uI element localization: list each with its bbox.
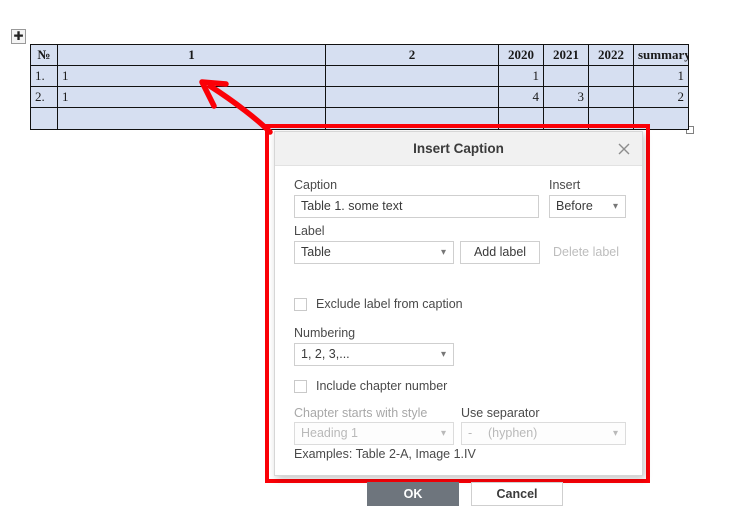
checkbox-box-icon[interactable] bbox=[294, 298, 307, 311]
table-cell-index[interactable]: 1. bbox=[30, 65, 58, 87]
checkbox-box-icon[interactable] bbox=[294, 380, 307, 393]
label-select-value: Table bbox=[301, 245, 331, 259]
table-header-row: № 1 2 2020 2021 2022 summary bbox=[30, 44, 689, 66]
chevron-down-icon: ▾ bbox=[440, 247, 446, 258]
dialog-body: Caption Table 1. some text Insert Before… bbox=[275, 166, 642, 506]
table-move-handle-icon[interactable]: ✚ bbox=[11, 29, 26, 44]
table-header-cell-2022[interactable]: 2022 bbox=[588, 44, 634, 66]
table-cell-two[interactable] bbox=[325, 86, 499, 108]
delete-label-button: Delete label bbox=[552, 245, 619, 259]
table-header-cell-2021[interactable]: 2021 bbox=[543, 44, 589, 66]
table-cell-one[interactable]: 1 bbox=[57, 65, 326, 87]
table-cell-index[interactable] bbox=[30, 107, 58, 130]
table-header-cell-two[interactable]: 2 bbox=[325, 44, 499, 66]
separator-label: Use separator bbox=[461, 406, 540, 420]
label-field-label: Label bbox=[294, 224, 325, 238]
dialog-titlebar: Insert Caption bbox=[275, 132, 642, 166]
table-cell-2020[interactable]: 4 bbox=[498, 86, 544, 108]
table-cell-2021[interactable]: 3 bbox=[543, 86, 589, 108]
table-cell-summary[interactable]: 2 bbox=[633, 86, 689, 108]
close-icon[interactable] bbox=[614, 139, 634, 159]
table-cell-index[interactable]: 2. bbox=[30, 86, 58, 108]
table-cell-summary[interactable]: 1 bbox=[633, 65, 689, 87]
exclude-label-checkbox-label: Exclude label from caption bbox=[316, 297, 463, 311]
label-select[interactable]: Table ▾ bbox=[294, 241, 454, 264]
include-chapter-number-checkbox-label: Include chapter number bbox=[316, 379, 448, 393]
chapter-style-select: Heading 1 ▾ bbox=[294, 422, 454, 445]
document-table[interactable]: № 1 2 2020 2021 2022 summary 1. 1 1 1 2. bbox=[30, 44, 689, 130]
table-header-cell-2020[interactable]: 2020 bbox=[498, 44, 544, 66]
chevron-down-icon: ▾ bbox=[440, 349, 446, 360]
table-cell-2020[interactable]: 1 bbox=[498, 65, 544, 87]
table-row: 1. 1 1 1 bbox=[30, 65, 689, 87]
ok-button[interactable]: OK bbox=[367, 482, 459, 506]
cancel-button[interactable]: Cancel bbox=[471, 482, 563, 506]
table-cell-2022[interactable] bbox=[588, 86, 634, 108]
chevron-down-icon: ▾ bbox=[612, 428, 618, 439]
add-label-button[interactable]: Add label bbox=[460, 241, 540, 264]
table-cell-two[interactable] bbox=[325, 65, 499, 87]
table-cell-2021[interactable] bbox=[543, 65, 589, 87]
table-header-cell-no[interactable]: № bbox=[30, 44, 58, 66]
numbering-label: Numbering bbox=[294, 326, 356, 340]
table-row: 2. 1 4 3 2 bbox=[30, 86, 689, 108]
chevron-down-icon: ▾ bbox=[612, 201, 618, 212]
separator-symbol: - bbox=[468, 426, 473, 440]
separator-select: - (hyphen) ▾ bbox=[461, 422, 626, 445]
table-cell-one[interactable]: 1 bbox=[57, 86, 326, 108]
table-cell-2022[interactable] bbox=[588, 65, 634, 87]
chevron-down-icon: ▾ bbox=[440, 428, 446, 439]
caption-input[interactable]: Table 1. some text bbox=[294, 195, 539, 218]
caption-label: Caption bbox=[294, 178, 338, 192]
table-header-cell-summary[interactable]: summary bbox=[633, 44, 689, 66]
numbering-select[interactable]: 1, 2, 3,... ▾ bbox=[294, 343, 454, 366]
insert-caption-dialog: Insert Caption Caption Table 1. some tex… bbox=[274, 131, 643, 506]
insert-select-value: Before bbox=[556, 199, 593, 213]
separator-select-value: (hyphen) bbox=[488, 426, 538, 440]
examples-text: Examples: Table 2-A, Image 1.IV bbox=[294, 447, 476, 461]
chapter-style-select-value: Heading 1 bbox=[301, 426, 358, 440]
table-header-cell-one[interactable]: 1 bbox=[57, 44, 326, 66]
numbering-select-value: 1, 2, 3,... bbox=[301, 347, 350, 361]
dialog-title: Insert Caption bbox=[413, 141, 504, 156]
chapter-style-label: Chapter starts with style bbox=[294, 406, 428, 420]
insert-label: Insert bbox=[549, 178, 581, 192]
insert-select[interactable]: Before ▾ bbox=[549, 195, 626, 218]
